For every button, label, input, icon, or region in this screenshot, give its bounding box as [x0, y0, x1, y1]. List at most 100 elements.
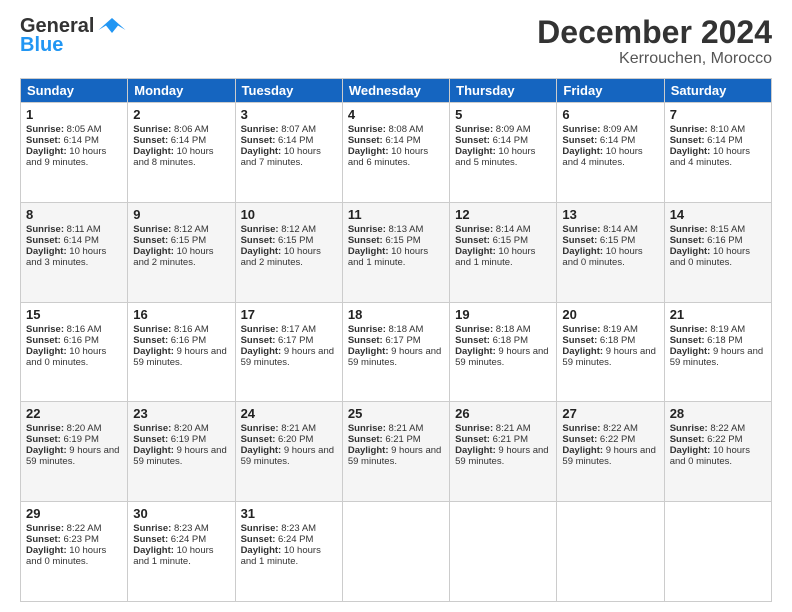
- day-number: 17: [241, 307, 337, 322]
- sunrise-label: Sunrise:: [26, 423, 67, 434]
- sunrise-label: Sunrise:: [348, 224, 389, 235]
- sunset-label: Sunset:: [26, 235, 63, 246]
- daylight-label: Daylight:: [670, 445, 713, 456]
- calendar-day-header: Thursday: [450, 79, 557, 103]
- sunrise-time: 8:18 AM: [389, 324, 424, 335]
- sunrise-time: 8:23 AM: [174, 523, 209, 534]
- calendar-day-cell: 16Sunrise: 8:16 AMSunset: 6:16 PMDayligh…: [128, 302, 235, 402]
- daylight-label: Daylight:: [670, 246, 713, 257]
- sunset-time: 6:15 PM: [278, 235, 313, 246]
- sunset-time: 6:14 PM: [600, 135, 635, 146]
- sunrise-time: 8:23 AM: [281, 523, 316, 534]
- sunset-time: 6:19 PM: [63, 434, 98, 445]
- day-number: 4: [348, 107, 444, 122]
- day-number: 20: [562, 307, 658, 322]
- day-number: 14: [670, 207, 766, 222]
- sunset-time: 6:18 PM: [493, 335, 528, 346]
- sunset-time: 6:19 PM: [171, 434, 206, 445]
- calendar-day-cell: 25Sunrise: 8:21 AMSunset: 6:21 PMDayligh…: [342, 402, 449, 502]
- day-number: 5: [455, 107, 551, 122]
- daylight-label: Daylight:: [133, 545, 176, 556]
- sunset-label: Sunset:: [455, 135, 492, 146]
- day-number: 16: [133, 307, 229, 322]
- logo-blue-text: Blue: [20, 34, 63, 57]
- calendar-day-header: Friday: [557, 79, 664, 103]
- calendar-week-row: 8Sunrise: 8:11 AMSunset: 6:14 PMDaylight…: [21, 202, 772, 302]
- daylight-label: Daylight:: [455, 346, 498, 357]
- sunrise-label: Sunrise:: [26, 224, 67, 235]
- sunrise-label: Sunrise:: [455, 224, 496, 235]
- day-number: 31: [241, 506, 337, 521]
- sunrise-time: 8:22 AM: [710, 423, 745, 434]
- day-number: 27: [562, 406, 658, 421]
- daylight-label: Daylight:: [133, 246, 176, 257]
- calendar-day-header: Saturday: [664, 79, 771, 103]
- logo: General Blue: [20, 15, 127, 57]
- sunrise-time: 8:12 AM: [174, 224, 209, 235]
- daylight-label: Daylight:: [26, 146, 69, 157]
- location: Kerrouchen, Morocco: [537, 50, 772, 68]
- sunrise-time: 8:13 AM: [389, 224, 424, 235]
- sunset-label: Sunset:: [26, 335, 63, 346]
- daylight-label: Daylight:: [26, 346, 69, 357]
- calendar-day-cell: 20Sunrise: 8:19 AMSunset: 6:18 PMDayligh…: [557, 302, 664, 402]
- calendar-day-cell: 24Sunrise: 8:21 AMSunset: 6:20 PMDayligh…: [235, 402, 342, 502]
- title-block: December 2024 Kerrouchen, Morocco: [537, 15, 772, 68]
- sunrise-time: 8:16 AM: [67, 324, 102, 335]
- sunset-time: 6:14 PM: [493, 135, 528, 146]
- calendar-day-header: Tuesday: [235, 79, 342, 103]
- sunset-label: Sunset:: [562, 434, 599, 445]
- calendar-day-cell: 19Sunrise: 8:18 AMSunset: 6:18 PMDayligh…: [450, 302, 557, 402]
- sunset-label: Sunset:: [348, 434, 385, 445]
- calendar-day-cell: [664, 502, 771, 602]
- sunset-label: Sunset:: [670, 135, 707, 146]
- day-number: 26: [455, 406, 551, 421]
- calendar-day-cell: 3Sunrise: 8:07 AMSunset: 6:14 PMDaylight…: [235, 103, 342, 203]
- sunrise-time: 8:18 AM: [496, 324, 531, 335]
- sunrise-label: Sunrise:: [241, 523, 282, 534]
- sunset-time: 6:15 PM: [171, 235, 206, 246]
- daylight-label: Daylight:: [562, 146, 605, 157]
- sunrise-label: Sunrise:: [348, 124, 389, 135]
- calendar-day-cell: 17Sunrise: 8:17 AMSunset: 6:17 PMDayligh…: [235, 302, 342, 402]
- sunrise-time: 8:06 AM: [174, 124, 209, 135]
- calendar-day-cell: 23Sunrise: 8:20 AMSunset: 6:19 PMDayligh…: [128, 402, 235, 502]
- day-number: 21: [670, 307, 766, 322]
- sunset-time: 6:14 PM: [385, 135, 420, 146]
- sunrise-time: 8:22 AM: [67, 523, 102, 534]
- sunset-label: Sunset:: [562, 335, 599, 346]
- calendar-day-cell: 5Sunrise: 8:09 AMSunset: 6:14 PMDaylight…: [450, 103, 557, 203]
- daylight-label: Daylight:: [455, 146, 498, 157]
- calendar-week-row: 29Sunrise: 8:22 AMSunset: 6:23 PMDayligh…: [21, 502, 772, 602]
- sunset-label: Sunset:: [133, 335, 170, 346]
- sunset-time: 6:16 PM: [63, 335, 98, 346]
- sunset-label: Sunset:: [241, 335, 278, 346]
- day-number: 6: [562, 107, 658, 122]
- daylight-label: Daylight:: [26, 246, 69, 257]
- sunset-time: 6:15 PM: [600, 235, 635, 246]
- sunset-label: Sunset:: [133, 235, 170, 246]
- sunset-time: 6:18 PM: [600, 335, 635, 346]
- daylight-label: Daylight:: [348, 146, 391, 157]
- sunset-label: Sunset:: [670, 235, 707, 246]
- daylight-label: Daylight:: [133, 346, 176, 357]
- calendar-day-cell: 13Sunrise: 8:14 AMSunset: 6:15 PMDayligh…: [557, 202, 664, 302]
- sunrise-time: 8:08 AM: [389, 124, 424, 135]
- sunrise-label: Sunrise:: [455, 324, 496, 335]
- sunset-label: Sunset:: [455, 434, 492, 445]
- sunrise-label: Sunrise:: [670, 124, 711, 135]
- sunset-time: 6:22 PM: [600, 434, 635, 445]
- daylight-label: Daylight:: [26, 545, 69, 556]
- sunset-label: Sunset:: [348, 135, 385, 146]
- sunset-time: 6:17 PM: [385, 335, 420, 346]
- sunrise-label: Sunrise:: [670, 324, 711, 335]
- calendar-day-cell: 22Sunrise: 8:20 AMSunset: 6:19 PMDayligh…: [21, 402, 128, 502]
- sunrise-label: Sunrise:: [455, 124, 496, 135]
- sunrise-label: Sunrise:: [455, 423, 496, 434]
- sunrise-label: Sunrise:: [670, 224, 711, 235]
- sunset-time: 6:22 PM: [707, 434, 742, 445]
- sunset-time: 6:23 PM: [63, 534, 98, 545]
- day-number: 3: [241, 107, 337, 122]
- sunrise-time: 8:19 AM: [603, 324, 638, 335]
- sunset-time: 6:14 PM: [707, 135, 742, 146]
